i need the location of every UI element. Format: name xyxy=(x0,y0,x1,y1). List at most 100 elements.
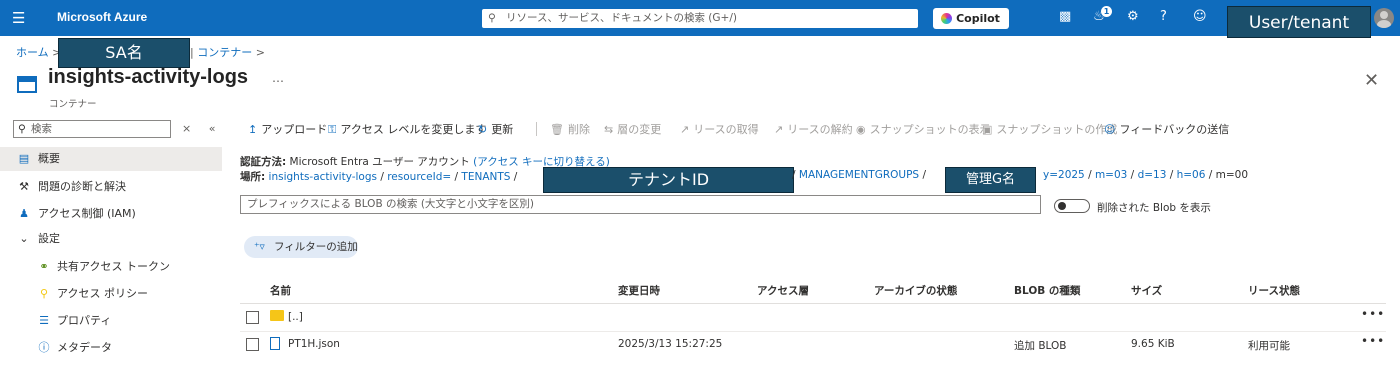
break-lease-label: リースの解約 xyxy=(787,123,853,136)
refresh-label: 更新 xyxy=(491,123,514,136)
sidebar-item-diagnose[interactable]: ⚒ 問題の診断と解決 xyxy=(0,175,222,199)
redacted-storage-account: SA名 xyxy=(58,38,190,68)
sidebar-item-iam[interactable]: ♟ アクセス制御 (IAM) xyxy=(0,202,222,226)
row-checkbox[interactable] xyxy=(246,338,259,351)
view-snapshots-button[interactable]: ◉ スナップショットの表示 xyxy=(856,121,991,137)
menu-icon[interactable]: ☰ xyxy=(12,9,25,27)
location-path-cont: / MANAGEMENTGROUPS / xyxy=(792,169,926,181)
row-modified: 2025/3/13 15:27:25 xyxy=(618,338,723,350)
row-name[interactable]: PT1H.json xyxy=(288,338,340,350)
breadcrumb-home[interactable]: ホーム xyxy=(16,46,49,59)
feedback-icon[interactable]: ☺ xyxy=(1193,9,1207,24)
people-icon: ♟ xyxy=(19,207,29,220)
blob-prefix-search-input[interactable]: プレフィックスによる BLOB の検索 (大文字と小文字を区別) xyxy=(240,195,1041,214)
column-header-name[interactable]: 名前 xyxy=(270,283,291,298)
redacted-tenant-id: テナントID xyxy=(543,167,794,193)
delete-button[interactable]: 🗑 削除 xyxy=(550,121,590,137)
avatar[interactable] xyxy=(1374,8,1394,28)
table-row[interactable]: PT1H.json 2025/3/13 15:27:25 追加 BLOB 9.6… xyxy=(240,334,1386,356)
breadcrumb-containers[interactable]: コンテナー xyxy=(197,46,252,59)
column-header-blob-type[interactable]: BLOB の種類 xyxy=(1014,283,1080,298)
info-icon: ⓘ xyxy=(38,341,50,354)
path-segment[interactable]: MANAGEMENTGROUPS xyxy=(799,169,919,181)
row-checkbox[interactable] xyxy=(246,311,259,324)
clear-icon[interactable]: × xyxy=(182,122,191,135)
sidebar-item-label: 設定 xyxy=(38,232,60,245)
path-segment[interactable]: m=03 xyxy=(1095,169,1127,181)
path-segment[interactable]: insights-activity-logs xyxy=(269,171,377,183)
copilot-button[interactable]: Copilot xyxy=(933,8,1009,29)
more-actions-button[interactable]: … xyxy=(272,71,284,85)
global-search-input[interactable]: ⚲ リソース、サービス、ドキュメントの検索 (G+/) xyxy=(482,9,918,28)
row-name[interactable]: [..] xyxy=(288,311,303,323)
break-lease-button[interactable]: ↗ リースの解約 xyxy=(774,121,853,137)
refresh-icon: ↻ xyxy=(478,123,488,136)
key-icon: ⚲ xyxy=(39,287,49,300)
file-icon xyxy=(270,337,280,353)
refresh-button[interactable]: ↻ 更新 xyxy=(478,121,513,137)
show-deleted-label: 削除された Blob を表示 xyxy=(1097,202,1211,214)
auth-label: 認証方法: xyxy=(240,156,287,168)
upload-label: アップロード xyxy=(261,123,328,136)
change-tier-button[interactable]: ⇆ 層の変更 xyxy=(604,121,661,137)
change-access-level-button[interactable]: ⚿ アクセス レベルを変更します xyxy=(328,121,486,137)
path-segment[interactable]: h=06 xyxy=(1177,169,1206,181)
row-more-button[interactable]: ••• xyxy=(1361,307,1385,321)
view-snapshots-label: スナップショットの表示 xyxy=(869,123,991,136)
cloud-shell-icon[interactable]: ▩ xyxy=(1059,9,1071,24)
link-icon: ⚭ xyxy=(39,260,49,273)
upload-button[interactable]: ↥ アップロード xyxy=(248,121,327,137)
wrench-icon: ⚒ xyxy=(19,180,29,193)
path-segment[interactable]: y=2025 xyxy=(1043,169,1085,181)
breadcrumb-containers-wrap: | コンテナー > xyxy=(190,44,265,60)
overview-icon: ▤ xyxy=(18,152,30,165)
feedback-label: フィードバックの送信 xyxy=(1119,123,1230,136)
sidebar-item-access-policy[interactable]: ⚲ アクセス ポリシー xyxy=(0,282,222,306)
sidebar-item-properties[interactable]: ☰ プロパティ xyxy=(0,309,222,333)
table-row[interactable]: [..] ••• xyxy=(240,307,1386,329)
sidebar-search-placeholder: 検索 xyxy=(31,123,52,135)
column-header-archive-status[interactable]: アーカイブの状態 xyxy=(874,283,957,298)
lock-icon: ⚿ xyxy=(328,123,337,136)
sidebar-item-metadata[interactable]: ⓘ メタデータ xyxy=(0,336,222,360)
location-path-tail: y=2025 / m=03 / d=13 / h=06 / m=00 xyxy=(1043,169,1249,181)
column-header-access-tier[interactable]: アクセス層 xyxy=(757,283,809,298)
path-segment[interactable]: resourceId= xyxy=(387,171,451,183)
add-filter-button[interactable]: ⁺▿ フィルターの追加 xyxy=(244,236,358,258)
sidebar-item-sas[interactable]: ⚭ 共有アクセス トークン xyxy=(0,255,222,279)
column-header-lease-state[interactable]: リース状態 xyxy=(1248,283,1300,298)
notification-badge: 1 xyxy=(1101,6,1112,17)
redacted-user-tenant[interactable]: User/tenant xyxy=(1227,6,1371,38)
acquire-lease-label: リースの取得 xyxy=(693,123,759,136)
row-size: 9.65 KiB xyxy=(1131,338,1175,350)
feedback-icon: ☺ xyxy=(1104,123,1116,136)
breadcrumb-separator: > xyxy=(252,46,265,59)
add-filter-label: フィルターの追加 xyxy=(274,241,358,253)
path-segment[interactable]: TENANTS xyxy=(461,171,510,183)
feedback-button[interactable]: ☺ フィードバックの送信 xyxy=(1104,121,1229,137)
chevron-down-icon: ⌄ xyxy=(19,232,29,245)
gear-icon[interactable]: ⚙ xyxy=(1127,9,1139,24)
sidebar-item-settings[interactable]: ⌄ 設定 xyxy=(0,227,222,251)
column-header-modified[interactable]: 変更日時 xyxy=(618,283,660,298)
row-blob-type: 追加 BLOB xyxy=(1014,340,1067,352)
sidebar-search-input[interactable]: ⚲ 検索 xyxy=(13,120,171,138)
sidebar-tools: × « xyxy=(182,122,215,135)
show-deleted-toggle[interactable] xyxy=(1054,199,1090,213)
path-segment[interactable]: d=13 xyxy=(1138,169,1167,181)
sidebar-item-label: アクセス制御 (IAM) xyxy=(38,207,136,220)
brand-name[interactable]: Microsoft Azure xyxy=(57,10,147,24)
create-snapshot-button[interactable]: ▣ スナップショットの作成 xyxy=(982,121,1117,137)
collapse-icon[interactable]: « xyxy=(209,122,216,135)
change-tier-label: 層の変更 xyxy=(617,123,662,136)
page-title: insights-activity-logs xyxy=(48,66,249,88)
close-icon[interactable]: ✕ xyxy=(1364,70,1379,91)
column-header-size[interactable]: サイズ xyxy=(1131,283,1162,298)
breadcrumb: ホーム > xyxy=(16,44,61,60)
acquire-lease-button[interactable]: ↗ リースの取得 xyxy=(680,121,759,137)
row-more-button[interactable]: ••• xyxy=(1361,334,1385,348)
help-icon[interactable]: ? xyxy=(1160,9,1167,24)
sidebar-item-overview[interactable]: ▤ 概要 xyxy=(0,147,222,171)
change-access-label: アクセス レベルを変更します xyxy=(340,123,487,136)
delete-label: 削除 xyxy=(567,123,590,136)
